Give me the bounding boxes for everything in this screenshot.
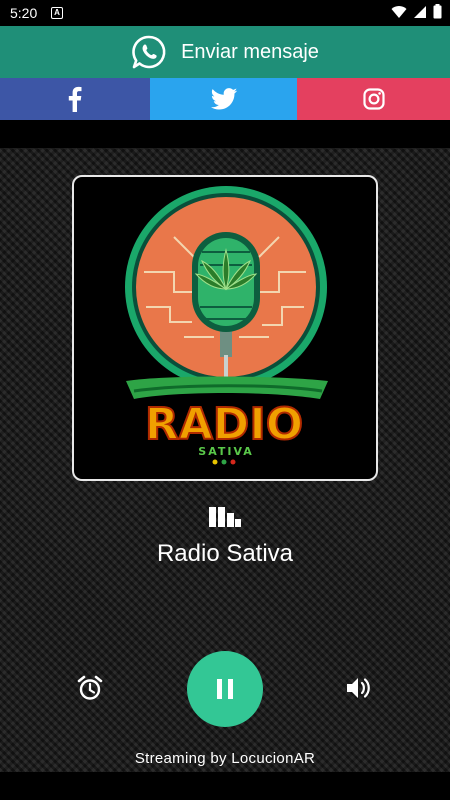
volume-icon[interactable] [344,674,372,702]
send-message-label: Enviar mensaje [181,40,319,63]
notification-badge: A [51,7,63,19]
station-name: Radio Sativa [156,540,294,567]
navigation-bar [0,772,450,800]
twitter-button[interactable] [150,78,297,120]
facebook-button[interactable] [0,78,150,120]
status-icons [391,4,442,19]
bars-icon [209,507,241,527]
social-links [0,78,450,120]
logo-title-text: RADIO [145,399,303,450]
station-logo: RADIO SATIVA [125,186,328,465]
pause-icon [217,679,233,699]
wifi-icon [391,5,407,18]
logo-subtitle-text: SATIVA [198,445,253,458]
status-bar: 5:20 A [0,0,450,26]
player-area: RADIO SATIVA Radio Sativa Streaming by L… [0,148,450,772]
twitter-icon [210,88,237,110]
status-time: 5:20 [10,5,38,21]
whatsapp-icon [132,35,166,69]
pause-button[interactable] [187,651,263,727]
station-cover: RADIO SATIVA [72,175,378,481]
header-spacer [0,120,450,148]
alarm-clock-icon[interactable] [76,674,104,702]
facebook-icon [68,86,82,112]
instagram-button[interactable] [297,78,450,120]
instagram-icon [362,88,385,110]
signal-icon [414,5,426,18]
send-message-button[interactable]: Enviar mensaje [0,26,450,78]
streaming-credit: Streaming by LocucionAR [134,750,316,767]
battery-icon [433,4,442,19]
